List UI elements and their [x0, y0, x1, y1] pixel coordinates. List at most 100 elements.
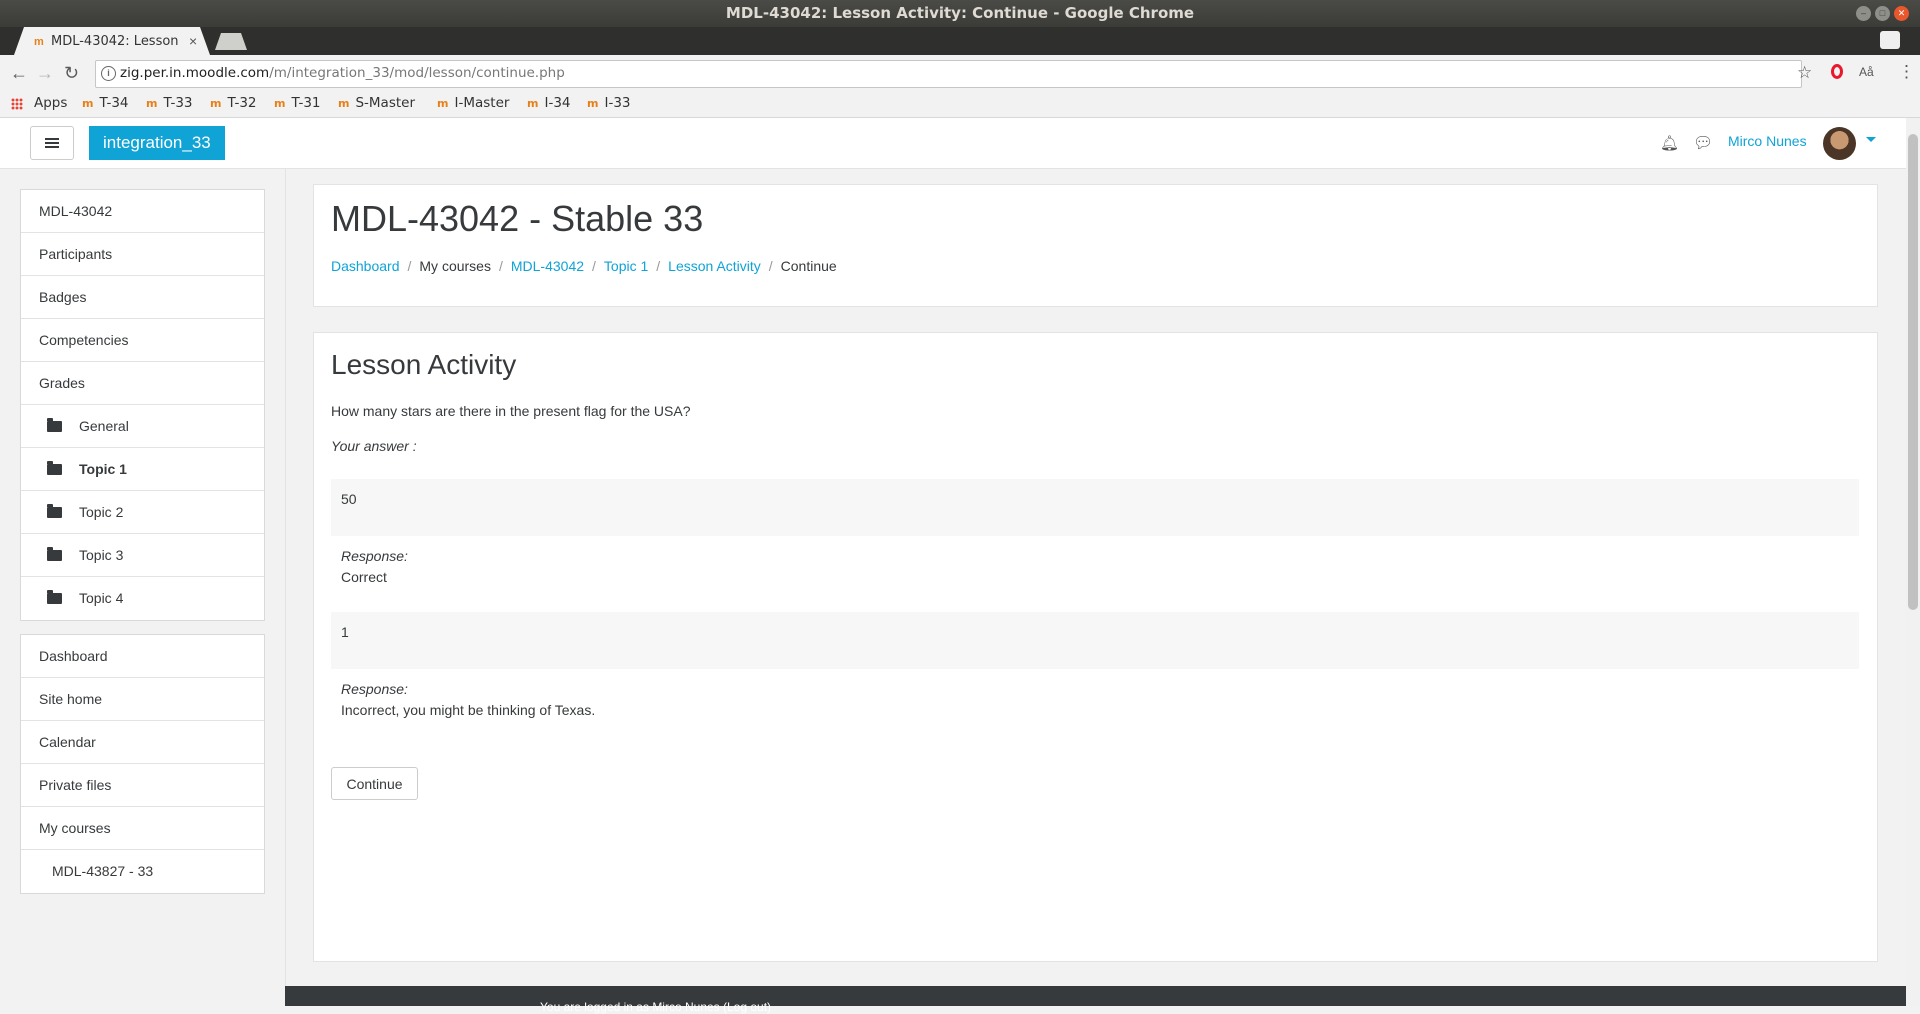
moodle-icon: m	[527, 97, 539, 110]
drawer-item-course[interactable]: MDL-43042	[21, 190, 264, 233]
response-label: Response:	[341, 548, 408, 564]
bookmark-t33[interactable]: m T-33	[146, 95, 193, 111]
drawer-toggle-button[interactable]	[30, 126, 74, 160]
answer-value: 1	[341, 624, 349, 640]
drawer-item-label: Topic 3	[79, 547, 124, 563]
close-window-icon[interactable]: ✕	[1894, 6, 1909, 21]
bookmark-i-master[interactable]: m I-Master	[437, 95, 509, 111]
browser-menu-icon[interactable]: ⋮	[1898, 62, 1915, 82]
drawer-item-competencies[interactable]: Competencies	[21, 319, 264, 362]
drawer-item-site-home[interactable]: Site home	[21, 678, 264, 721]
window-title: MDL-43042: Lesson Activity: Continue - G…	[725, 4, 1195, 22]
answer-option: 1	[331, 612, 1859, 669]
reload-icon[interactable]: ↻	[64, 63, 79, 83]
folder-icon	[47, 590, 62, 604]
breadcrumb-separator: /	[498, 258, 503, 274]
breadcrumb-lesson-activity[interactable]: Lesson Activity	[668, 258, 761, 274]
hamburger-line	[45, 138, 59, 140]
answer-value: 50	[341, 491, 357, 507]
caret-down-icon[interactable]	[1866, 137, 1876, 142]
scrollbar-thumb[interactable]	[1908, 134, 1918, 610]
bookmark-apps[interactable]: Apps	[34, 95, 67, 111]
drawer-item-topic-3[interactable]: Topic 3	[21, 534, 264, 577]
user-menu-name[interactable]: Mirco Nunes	[1728, 133, 1807, 149]
bookmark-star-icon[interactable]: ☆	[1797, 63, 1812, 83]
drawer-item-grades[interactable]: Grades	[21, 362, 264, 405]
drawer-item-label: General	[79, 418, 129, 434]
moodle-icon: m	[437, 97, 449, 110]
drawer-item-private-files[interactable]: Private files	[21, 764, 264, 807]
bookmark-t31[interactable]: m T-31	[274, 95, 321, 111]
breadcrumb: Dashboard / My courses / MDL-43042 / Topic 1 / L…	[331, 258, 837, 274]
drawer-item-my-courses[interactable]: My courses	[21, 807, 264, 850]
notification-bell-icon[interactable]: 🔔︎	[1660, 134, 1679, 152]
bookmark-s-master[interactable]: m S-Master	[338, 95, 415, 111]
page-footer	[285, 986, 1906, 1006]
drawer-item-badges[interactable]: Badges	[21, 276, 264, 319]
folder-icon	[47, 418, 62, 432]
bookmark-label: T-33	[163, 95, 193, 111]
moodle-favicon-icon: m	[34, 36, 44, 48]
moodle-icon: m	[338, 97, 350, 110]
breadcrumb-dashboard[interactable]: Dashboard	[331, 258, 400, 274]
breadcrumb-separator: /	[592, 258, 596, 274]
tab-close-icon[interactable]: ×	[189, 33, 197, 49]
hamburger-line	[45, 146, 59, 148]
bookmark-label: I-34	[544, 95, 571, 111]
hamburger-line	[45, 142, 59, 144]
footer-login-info: You are logged in as Mirco Nunes (Log ou…	[540, 1000, 772, 1014]
browser-tab-title[interactable]: MDL-43042: Lesson	[51, 33, 181, 51]
bookmark-label: T-34	[99, 95, 129, 111]
breadcrumb-separator: /	[768, 258, 773, 274]
response-text: Correct	[341, 569, 387, 585]
avatar[interactable]	[1823, 127, 1856, 160]
info-icon[interactable]: i	[101, 66, 116, 81]
question-text: How many stars are there in the present …	[331, 403, 691, 419]
drawer-item-calendar[interactable]: Calendar	[21, 721, 264, 764]
moodle-icon: m	[210, 97, 222, 110]
response-label: Response:	[341, 681, 408, 697]
moodle-icon: m	[146, 97, 158, 110]
drawer-item-label: Topic 1	[79, 461, 127, 477]
breadcrumb-topic-1[interactable]: Topic 1	[604, 258, 648, 274]
folder-icon	[47, 504, 62, 518]
breadcrumb-course[interactable]: MDL-43042	[511, 258, 584, 274]
drawer-item-participants[interactable]: Participants	[21, 233, 264, 276]
minimize-icon[interactable]: –	[1856, 6, 1871, 21]
bookmark-i33[interactable]: m I-33	[587, 95, 631, 111]
drawer-item-dashboard[interactable]: Dashboard	[21, 635, 264, 678]
continue-button[interactable]: Continue	[331, 767, 418, 800]
folder-icon	[47, 461, 62, 475]
drawer-item-topic-1[interactable]: Topic 1	[21, 448, 264, 491]
bookmark-t32[interactable]: m T-32	[210, 95, 257, 111]
url-host: zig.per.in.moodle.com	[120, 65, 270, 81]
site-name-link[interactable]: integration_33	[89, 126, 225, 160]
breadcrumb-my-courses: My courses	[419, 258, 491, 274]
url-path: /m/integration_33/mod/lesson/continue.ph…	[269, 65, 565, 81]
breadcrumb-separator: /	[656, 258, 661, 274]
opera-extension-icon[interactable]	[1831, 64, 1843, 79]
drawer-item-label: Topic 4	[79, 590, 124, 606]
drawer-item-mdl-43827[interactable]: MDL-43827 - 33	[21, 850, 264, 893]
apps-grid-icon[interactable]	[11, 98, 23, 110]
site-nav-list: Dashboard Site home Calendar Private fil…	[20, 634, 265, 894]
drawer-item-topic-2[interactable]: Topic 2	[21, 491, 264, 534]
forward-arrow-icon[interactable]: →	[36, 63, 54, 83]
maximize-icon[interactable]: □	[1875, 6, 1890, 21]
messages-icon[interactable]: 💬︎	[1693, 133, 1713, 153]
bookmark-label: T-32	[227, 95, 257, 111]
drawer-item-topic-4[interactable]: Topic 4	[21, 577, 264, 620]
breadcrumb-separator: /	[407, 258, 412, 274]
moodle-icon: m	[587, 97, 599, 110]
back-arrow-icon[interactable]: ←	[10, 63, 28, 83]
bookmark-t34[interactable]: m T-34	[82, 95, 129, 111]
drawer-item-general[interactable]: General	[21, 405, 264, 448]
tab-strip	[0, 27, 1920, 55]
bookmark-label: Apps	[34, 95, 68, 111]
translate-icon[interactable]: Aå	[1859, 65, 1874, 79]
drawer-item-label: Topic 2	[79, 504, 124, 520]
bookmark-i34[interactable]: m I-34	[527, 95, 571, 111]
profile-icon[interactable]	[1880, 31, 1900, 49]
url-text[interactable]: zig.per.in.moodle.com/m/integration_33/m…	[120, 65, 565, 81]
folder-icon	[47, 547, 62, 561]
